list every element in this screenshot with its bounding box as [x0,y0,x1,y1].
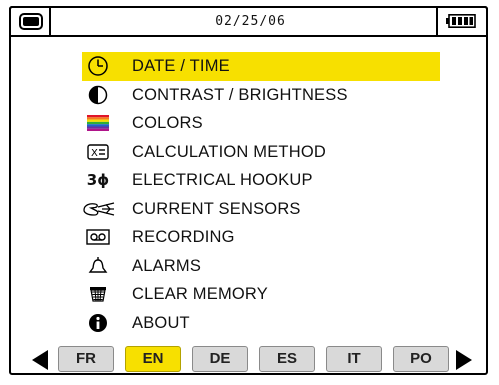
language-selector: FR EN DE ES IT PO [32,346,472,374]
menu-item-alarms[interactable]: ALARMS [82,252,440,281]
menu-item-label: ABOUT [132,313,190,332]
menu-item-label: COLORS [132,114,203,132]
menu-item-current-sensors[interactable]: CURRENT SENSORS [82,195,440,224]
menu-item-label: CURRENT SENSORS [132,199,301,218]
bell-icon [86,255,110,277]
info-icon [86,312,110,334]
language-button-po[interactable]: PO [393,346,449,372]
calculation-icon: X [86,141,110,163]
trash-icon [86,283,110,305]
menu-item-contrast-brightness[interactable]: CONTRAST / BRIGHTNESS [82,81,440,110]
menu-item-clear-memory[interactable]: CLEAR MEMORY [82,280,440,309]
menu-item-colors[interactable]: COLORS [82,109,440,138]
current-clamp-icon [82,198,116,220]
menu-item-date-time[interactable]: DATE / TIME [82,52,440,81]
status-date: 02/25/06 [215,14,286,29]
status-bar: 02/25/06 [9,6,488,37]
language-button-fr[interactable]: FR [58,346,114,372]
menu-item-label: CLEAR MEMORY [132,285,268,303]
clock-icon [86,55,110,77]
contrast-icon [86,84,110,106]
menu-item-label: CALCULATION METHOD [132,142,326,161]
three-phase-icon: 3ϕ [86,171,110,189]
battery-full-icon [446,14,476,28]
language-button-es[interactable]: ES [259,346,315,372]
menu-item-label: RECORDING [132,228,235,246]
menu-item-label: CONTRAST / BRIGHTNESS [132,85,348,104]
left-arrow-icon[interactable] [32,350,48,370]
menu-item-electrical-hookup[interactable]: 3ϕ ELECTRICAL HOOKUP [82,166,440,195]
setup-menu: DATE / TIME CONTRAST / BRIGHTNESS COLORS [82,52,440,337]
menu-item-about[interactable]: ABOUT [82,309,440,338]
menu-item-calculation-method[interactable]: X CALCULATION METHOD [82,138,440,167]
language-button-de[interactable]: DE [192,346,248,372]
menu-item-label: DATE / TIME [132,57,230,75]
color-bars-icon [86,112,110,134]
menu-item-recording[interactable]: RECORDING [82,223,440,252]
menu-item-label: ELECTRICAL HOOKUP [132,171,313,189]
right-arrow-icon[interactable] [456,350,472,370]
menu-item-label: ALARMS [132,256,202,275]
language-button-en[interactable]: EN [125,346,181,372]
language-button-it[interactable]: IT [326,346,382,372]
recording-icon [86,226,110,248]
svg-text:X: X [91,148,98,159]
status-divider [436,8,438,35]
